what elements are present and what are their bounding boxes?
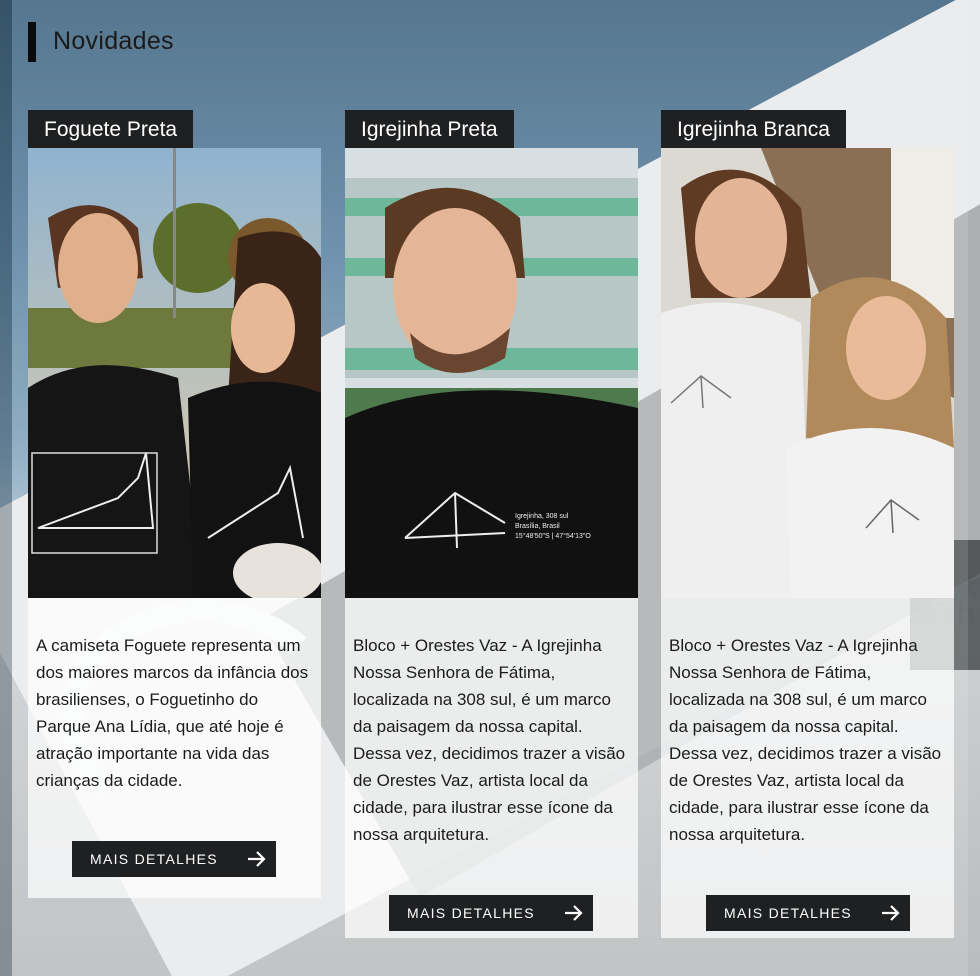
card-description: Bloco + Orestes Vaz - A Igrejinha Nossa … bbox=[353, 636, 626, 844]
shirt-print-text: Igrejinha, 308 sul bbox=[515, 513, 569, 520]
product-photo[interactable] bbox=[28, 148, 321, 598]
product-photo[interactable]: Igrejinha, 308 sul Brasília, Brasil 15°4… bbox=[345, 148, 638, 598]
card-title[interactable]: Igrejinha Preta bbox=[345, 110, 514, 148]
button-label: MAIS DETALHES bbox=[90, 851, 218, 867]
card-title[interactable]: Igrejinha Branca bbox=[661, 110, 846, 148]
card-title[interactable]: Foguete Preta bbox=[28, 110, 194, 148]
svg-text:15°48'50"S | 47°54'13"O: 15°48'50"S | 47°54'13"O bbox=[515, 532, 591, 540]
mais-detalhes-button[interactable]: MAIS DETALHES bbox=[389, 895, 593, 931]
section-accent-bar bbox=[28, 22, 36, 62]
card-description: A camiseta Foguete representa um dos mai… bbox=[36, 636, 309, 790]
product-card-igrejinha-branca: Igrejinha Branca bbox=[661, 110, 954, 598]
arrow-right-icon bbox=[872, 904, 910, 922]
button-label: MAIS DETALHES bbox=[724, 905, 852, 921]
product-card-igrejinha-preta: Igrejinha Preta Igrejinha, 308 sul Brasí… bbox=[345, 110, 638, 598]
mais-detalhes-button[interactable]: MAIS DETALHES bbox=[72, 841, 276, 877]
section-title: Novidades bbox=[53, 27, 174, 55]
product-card-foguete-preta: Foguete Preta bbox=[28, 110, 321, 598]
product-photo[interactable] bbox=[661, 148, 954, 598]
arrow-right-icon bbox=[555, 904, 593, 922]
button-label: MAIS DETALHES bbox=[407, 905, 535, 921]
svg-text:Brasília, Brasil: Brasília, Brasil bbox=[515, 523, 560, 530]
mais-detalhes-button[interactable]: MAIS DETALHES bbox=[706, 895, 910, 931]
card-description: Bloco + Orestes Vaz - A Igrejinha Nossa … bbox=[669, 636, 942, 844]
arrow-right-icon bbox=[238, 850, 276, 868]
